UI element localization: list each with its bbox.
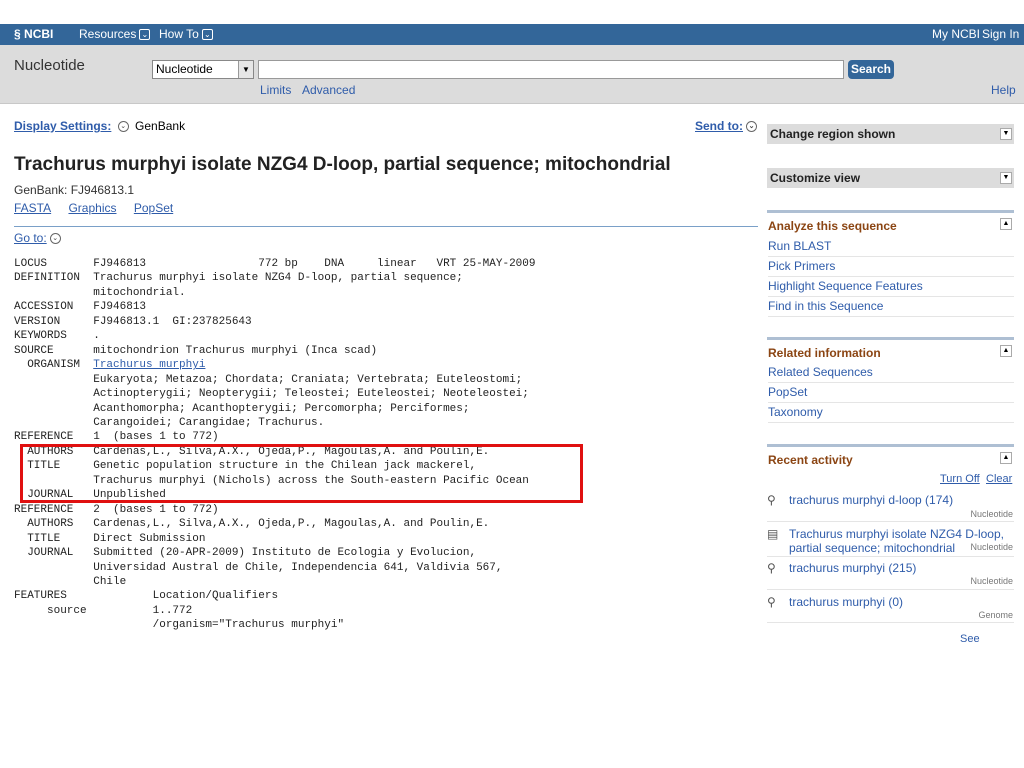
- howto-menu[interactable]: How To ⌄: [159, 27, 213, 41]
- recent-item-text: trachurus murphyi d-loop (174): [789, 493, 954, 507]
- help-link[interactable]: Help: [991, 83, 1016, 97]
- analyze-panel: Analyze this sequence ▲ Run BLAST Pick P…: [767, 210, 1014, 323]
- related-panel: Related information ▲ Related Sequences …: [767, 337, 1014, 430]
- change-region-panel[interactable]: Change region shown ▼: [767, 124, 1014, 144]
- find-in-sequence-link[interactable]: Find in this Sequence: [768, 299, 1014, 317]
- graphics-link[interactable]: Graphics: [68, 201, 116, 215]
- divider: [767, 622, 1014, 623]
- pick-primers-link[interactable]: Pick Primers: [768, 259, 1014, 277]
- database-select-value: Nucleotide: [156, 62, 213, 76]
- chevron-down-icon: ⌄: [117, 121, 129, 133]
- goto-menu[interactable]: Go to: ⌄: [14, 231, 64, 245]
- popset-related-link[interactable]: PopSet: [768, 385, 1014, 403]
- sign-in-link[interactable]: Sign In: [982, 27, 1019, 41]
- related-panel-title: Related information: [768, 346, 881, 360]
- change-region-label: Change region shown: [770, 127, 896, 141]
- divider: [14, 226, 758, 227]
- genbank-text-part1: LOCUS FJ946813 772 bp DNA linear VRT 25-…: [14, 258, 536, 372]
- search-bar-section: Nucleotide Nucleotide ▼ Search Limits Ad…: [0, 45, 1024, 104]
- recent-item-db: Nucleotide: [970, 542, 1013, 552]
- search-icon: ⚲: [767, 561, 776, 575]
- collapse-arrow-icon[interactable]: ▲: [1000, 345, 1012, 357]
- display-settings-label: Display Settings:: [14, 119, 112, 133]
- fasta-link[interactable]: FASTA: [14, 201, 51, 215]
- recent-item-db: Nucleotide: [970, 576, 1013, 586]
- recent-item[interactable]: ⚲ trachurus murphyi (215) Nucleotide: [767, 561, 1014, 587]
- popset-link[interactable]: PopSet: [134, 201, 173, 215]
- search-button[interactable]: Search: [848, 60, 894, 79]
- expand-arrow-icon: ▼: [1000, 172, 1012, 184]
- chevron-down-icon: ⌄: [49, 233, 61, 245]
- divider: [767, 521, 1014, 522]
- database-name: Nucleotide: [14, 57, 85, 74]
- dropdown-arrow-icon: ▼: [238, 61, 253, 78]
- send-to-menu[interactable]: Send to: ⌄: [695, 119, 760, 133]
- related-sequences-link[interactable]: Related Sequences: [768, 365, 1014, 383]
- customize-view-panel[interactable]: Customize view ▼: [767, 168, 1014, 188]
- accession-line: GenBank: FJ946813.1: [14, 183, 135, 197]
- recent-item[interactable]: ⚲ trachurus murphyi d-loop (174) Nucleot…: [767, 493, 1014, 519]
- run-blast-link[interactable]: Run BLAST: [768, 239, 1014, 257]
- chevron-down-icon: ⌄: [201, 29, 213, 41]
- expand-arrow-icon: ▼: [1000, 128, 1012, 140]
- collapse-arrow-icon[interactable]: ▲: [1000, 452, 1012, 464]
- recent-activity-title: Recent activity: [768, 453, 853, 467]
- ncbi-helix-icon: §: [14, 27, 21, 41]
- top-navigation-bar: § NCBI Resources ⌄ How To ⌄ My NCBI Sign I…: [0, 24, 1024, 45]
- document-icon: ▤: [767, 527, 779, 541]
- display-settings-value: GenBank: [135, 119, 186, 133]
- ncbi-logo[interactable]: § NCBI: [14, 27, 53, 41]
- limits-link[interactable]: Limits: [260, 83, 291, 97]
- recent-item-text: trachurus murphyi (215): [789, 561, 917, 575]
- recent-item[interactable]: ▤ Trachurus murphyi isolate NZG4 D-loop,…: [767, 527, 1014, 557]
- my-ncbi-link[interactable]: My NCBI: [932, 27, 980, 41]
- divider: [767, 556, 1014, 557]
- recent-item-db: Nucleotide: [970, 509, 1013, 519]
- advanced-link[interactable]: Advanced: [302, 83, 355, 97]
- page-title: Trachurus murphyi isolate NZG4 D-loop, p…: [14, 154, 671, 175]
- collapse-arrow-icon[interactable]: ▲: [1000, 218, 1012, 230]
- search-icon: ⚲: [767, 493, 776, 507]
- taxonomy-link[interactable]: Taxonomy: [768, 405, 1014, 423]
- resources-menu[interactable]: Resources ⌄: [79, 27, 151, 41]
- recent-item-text: trachurus murphyi (0): [789, 595, 904, 609]
- see-more-link[interactable]: See more...: [960, 633, 1014, 643]
- recent-item-db: Genome: [978, 610, 1013, 620]
- highlight-features-link[interactable]: Highlight Sequence Features: [768, 279, 1014, 297]
- recent-item[interactable]: ⚲ trachurus murphyi (0) Genome: [767, 595, 1014, 621]
- turn-off-link[interactable]: Turn Off: [940, 473, 980, 485]
- chevron-down-icon: ⌄: [139, 29, 151, 41]
- search-input[interactable]: [258, 60, 844, 79]
- format-links: FASTA Graphics PopSet: [14, 201, 187, 215]
- database-select[interactable]: Nucleotide ▼: [152, 60, 254, 79]
- customize-view-label: Customize view: [770, 171, 861, 185]
- highlight-box: [20, 444, 583, 503]
- divider: [767, 589, 1014, 590]
- clear-link[interactable]: Clear: [986, 473, 1012, 485]
- search-icon: ⚲: [767, 595, 776, 609]
- organism-link[interactable]: Trachurus murphyi: [93, 359, 205, 371]
- display-settings[interactable]: Display Settings: ⌄ GenBank: [14, 119, 185, 133]
- analyze-panel-title: Analyze this sequence: [768, 219, 897, 233]
- chevron-down-icon: ⌄: [746, 121, 757, 133]
